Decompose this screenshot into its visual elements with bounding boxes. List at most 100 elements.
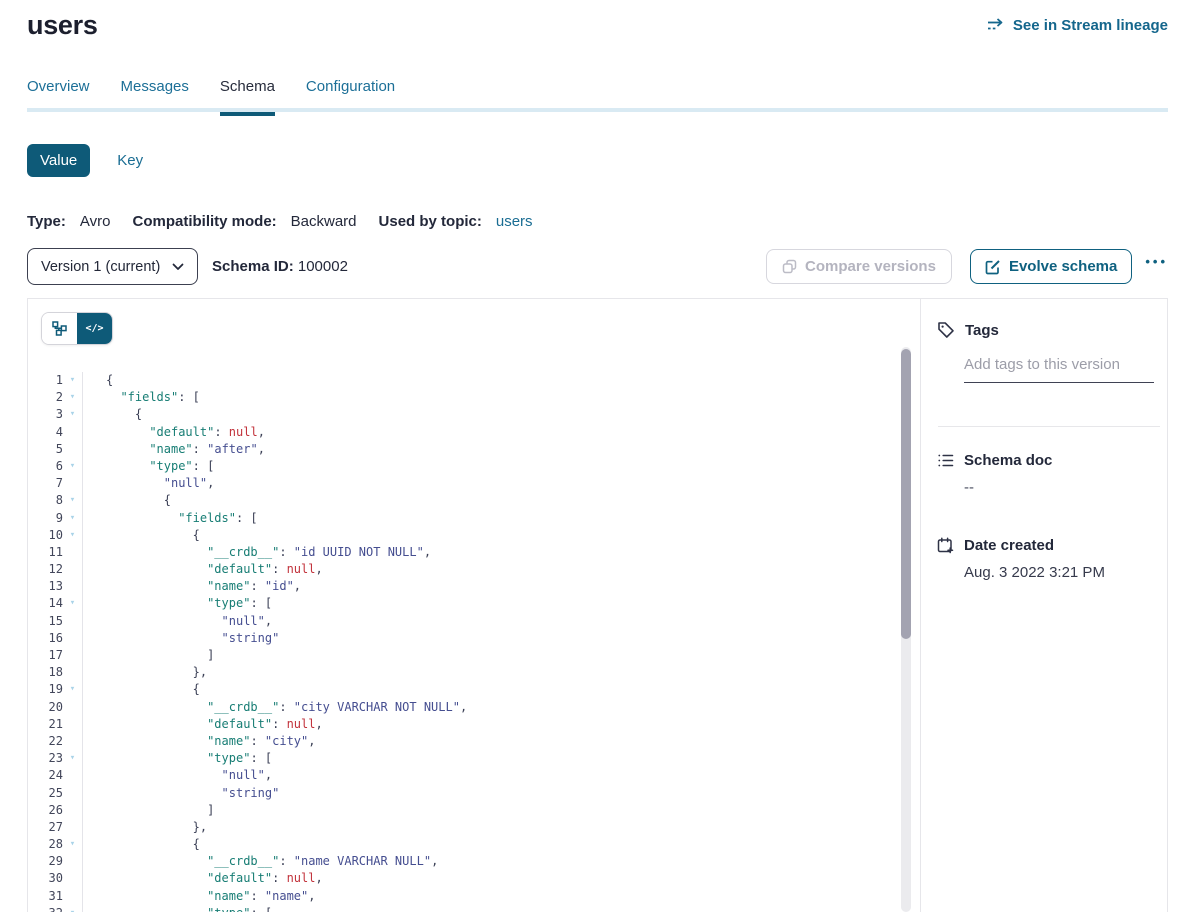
code-text: "__crdb__": "id UUID NOT NULL",	[83, 544, 431, 561]
schema-id: Schema ID: 100002	[212, 258, 348, 275]
tab-configuration[interactable]: Configuration	[306, 78, 395, 112]
code-line: 12"default": null,	[28, 561, 920, 578]
fold-arrow-icon[interactable]: ▾	[63, 406, 82, 423]
fold-spacer	[63, 819, 82, 836]
line-number: 10	[28, 527, 63, 544]
page-header: users See in Stream lineage	[27, 0, 1168, 41]
fold-arrow-icon[interactable]: ▾	[63, 527, 82, 544]
compare-versions-button[interactable]: Compare versions	[766, 249, 952, 284]
chevron-down-icon	[172, 263, 184, 271]
fold-arrow-icon[interactable]: ▾	[63, 510, 82, 527]
code-line: 5"name": "after",	[28, 441, 920, 458]
code-text: },	[83, 819, 207, 836]
stream-lineage-icon	[987, 18, 1006, 33]
fold-spacer	[63, 544, 82, 561]
code-text: ]	[83, 802, 214, 819]
line-number: 3	[28, 406, 63, 423]
code-text: "name": "city",	[83, 733, 315, 750]
line-number: 27	[28, 819, 63, 836]
line-number: 9	[28, 510, 63, 527]
schema-id-value: 100002	[298, 258, 348, 275]
tab-overview[interactable]: Overview	[27, 78, 90, 112]
stream-lineage-link[interactable]: See in Stream lineage	[987, 17, 1168, 34]
tab-schema[interactable]: Schema	[220, 78, 275, 116]
version-select-value: Version 1 (current)	[41, 259, 160, 275]
key-toggle-button[interactable]: Key	[117, 152, 143, 169]
code-view-button[interactable]: </>	[77, 313, 112, 344]
schema-doc-section-header: Schema doc	[937, 452, 1167, 469]
code-line: 14▾"type": [	[28, 595, 920, 612]
code-line: 11"__crdb__": "id UUID NOT NULL",	[28, 544, 920, 561]
topic-link[interactable]: users	[496, 213, 533, 230]
add-tags-input[interactable]	[964, 356, 1154, 383]
editor-scrollbar-track[interactable]	[901, 347, 911, 912]
fold-arrow-icon[interactable]: ▾	[63, 389, 82, 406]
code-text: "null",	[83, 613, 272, 630]
fold-arrow-icon[interactable]: ▾	[63, 595, 82, 612]
line-number: 29	[28, 853, 63, 870]
fold-spacer	[63, 441, 82, 458]
code-text: "name": "id",	[83, 578, 301, 595]
fold-arrow-icon[interactable]: ▾	[63, 905, 82, 912]
code-line: 20"__crdb__": "city VARCHAR NOT NULL",	[28, 699, 920, 716]
line-number: 6	[28, 458, 63, 475]
fold-spacer	[63, 630, 82, 647]
fold-spacer	[63, 647, 82, 664]
line-number: 7	[28, 475, 63, 492]
editor-scrollbar-thumb[interactable]	[901, 349, 911, 639]
code-text: },	[83, 664, 207, 681]
code-line: 21"default": null,	[28, 716, 920, 733]
code-text: {	[83, 836, 200, 853]
code-line: 17]	[28, 647, 920, 664]
code-line: 29 "__crdb__": "name VARCHAR NULL",	[28, 853, 920, 870]
compare-icon	[782, 259, 797, 274]
fold-spacer	[63, 424, 82, 441]
code-text: "default": null,	[83, 424, 265, 441]
list-icon	[937, 452, 954, 469]
version-toolbar: Version 1 (current) Schema ID: 100002 Co…	[27, 248, 1168, 285]
version-select[interactable]: Version 1 (current)	[27, 248, 198, 285]
tab-messages[interactable]: Messages	[121, 78, 189, 112]
code-line: 9▾"fields": [	[28, 510, 920, 527]
code-text: {	[83, 492, 171, 509]
code-text: "null",	[83, 767, 272, 784]
line-number: 4	[28, 424, 63, 441]
tree-view-button[interactable]	[42, 313, 77, 344]
line-number: 20	[28, 699, 63, 716]
code-line: 26]	[28, 802, 920, 819]
code-text: "string"	[83, 630, 279, 647]
fold-arrow-icon[interactable]: ▾	[63, 750, 82, 767]
line-number: 14	[28, 595, 63, 612]
code-text: "__crdb__": "name VARCHAR NULL",	[83, 853, 438, 870]
more-actions-button[interactable]: •••	[1145, 254, 1168, 269]
fold-spacer	[63, 664, 82, 681]
code-text: "default": null,	[83, 561, 323, 578]
compare-versions-label: Compare versions	[805, 258, 936, 275]
fold-arrow-icon[interactable]: ▾	[63, 372, 82, 389]
code-line: 3▾{	[28, 406, 920, 423]
fold-spacer	[63, 853, 82, 870]
code-text: "fields": [	[83, 389, 200, 406]
fold-arrow-icon[interactable]: ▾	[63, 458, 82, 475]
line-number: 32	[28, 905, 63, 912]
code-text: "fields": [	[83, 510, 258, 527]
code-text: "string"	[83, 785, 279, 802]
code-line: 30"default": null,	[28, 870, 920, 887]
line-number: 1	[28, 372, 63, 389]
stream-lineage-label: See in Stream lineage	[1013, 17, 1168, 34]
evolve-schema-button[interactable]: Evolve schema	[970, 249, 1132, 284]
code-line: 2▾"fields": [	[28, 389, 920, 406]
fold-arrow-icon[interactable]: ▾	[63, 492, 82, 509]
schema-id-label: Schema ID:	[212, 258, 294, 275]
value-toggle-button[interactable]: Value	[27, 144, 90, 177]
fold-arrow-icon[interactable]: ▾	[63, 681, 82, 698]
fold-arrow-icon[interactable]: ▾	[63, 836, 82, 853]
code-text: "type": [	[83, 905, 272, 912]
code-line: 1▾{	[28, 372, 920, 389]
line-number: 30	[28, 870, 63, 887]
code-line: 4 "default": null,	[28, 424, 920, 441]
line-number: 25	[28, 785, 63, 802]
code-line: 15"null",	[28, 613, 920, 630]
code-text: {	[83, 527, 200, 544]
edit-icon	[985, 259, 1001, 275]
